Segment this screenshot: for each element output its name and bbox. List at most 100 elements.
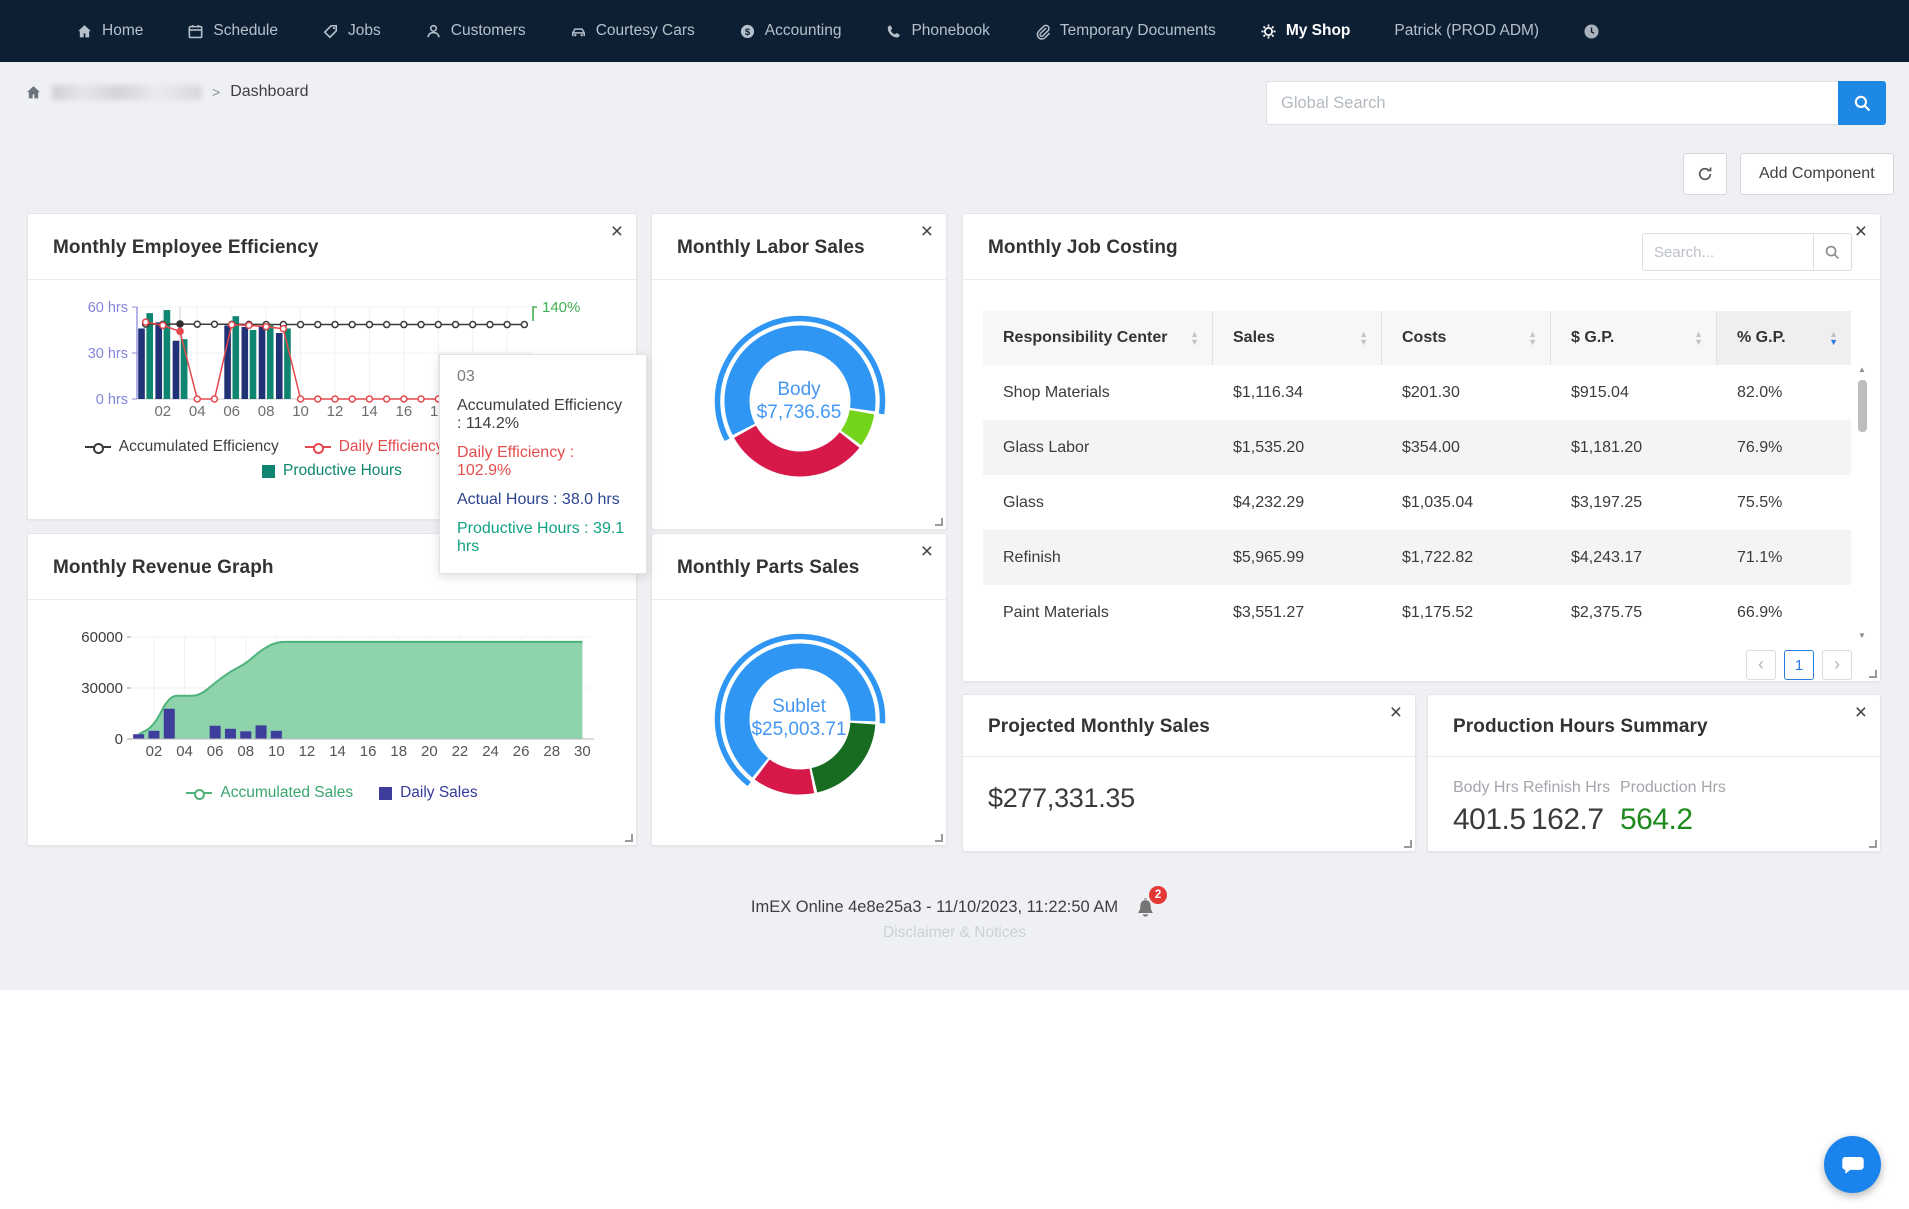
table-row[interactable]: Paint Materials $3,551.27 $1,175.52 $2,375.… [983, 585, 1851, 640]
legend-item-accumulated-sales[interactable]: Accumulated Sales [186, 784, 353, 802]
table-cell: $3,551.27 [1233, 603, 1305, 621]
breadcrumb-shop-redacted[interactable] [52, 84, 202, 100]
card-header: Production Hours Summary × [1428, 695, 1880, 757]
table-body: Shop Materials $1,116.34 $201.30 $915.04 82.… [983, 365, 1851, 640]
nav-item-courtesy-cars[interactable]: Courtesy Cars [570, 22, 695, 40]
nav-item-schedule[interactable]: Schedule [187, 22, 278, 40]
resize-handle[interactable] [625, 834, 633, 842]
legend-item-daily-sales[interactable]: Daily Sales [379, 784, 478, 802]
add-component-button[interactable]: Add Component [1740, 153, 1894, 195]
svg-text:12: 12 [299, 743, 316, 760]
nav-item-customers[interactable]: Customers [425, 22, 526, 40]
nav-item-my-shop[interactable]: My Shop [1260, 22, 1350, 40]
svg-text:28: 28 [543, 743, 560, 760]
column-header-responsibility-center[interactable]: Responsibility Center ▲ ▼ [983, 311, 1213, 365]
car-icon [571, 27, 585, 36]
refresh-button[interactable] [1683, 153, 1727, 195]
line-marker-icon [84, 442, 111, 454]
chart-tooltip: 03 Accumulated Efficiency : 114.2% Daily… [439, 354, 647, 574]
card-header: Monthly Employee Efficiency × [28, 214, 636, 280]
resize-handle[interactable] [1869, 670, 1877, 678]
scrollbar-thumb[interactable] [1857, 380, 1867, 432]
table-row[interactable]: Glass $4,232.29 $1,035.04 $3,197.25 75.5% [983, 475, 1851, 530]
nav-item-user[interactable]: Patrick (PROD ADM) [1394, 22, 1539, 40]
table-row[interactable]: Glass Labor $1,535.20 $354.00 $1,181.20 76.9… [983, 420, 1851, 475]
svg-text:140%: 140% [542, 299, 580, 316]
card-monthly-employee-efficiency: Monthly Employee Efficiency × 60 hrs 30 h… [27, 213, 647, 574]
nav-item-clock[interactable] [1583, 23, 1600, 40]
table-cell: $354.00 [1402, 438, 1460, 456]
resize-handle[interactable] [1404, 840, 1412, 848]
table-cell: $3,197.25 [1571, 493, 1643, 511]
legend-item-daily-efficiency[interactable]: Daily Efficiency [304, 438, 444, 456]
table-header-row: Responsibility Center ▲ ▼ Sales ▲ ▼ Costs ▲ ▼ … [983, 311, 1851, 365]
donut-slice-name: Sublet [772, 696, 826, 717]
close-icon[interactable]: × [1855, 701, 1867, 725]
close-icon[interactable]: × [611, 220, 623, 244]
table-row[interactable]: Refinish $5,965.99 $1,722.82 $4,243.17 71.1% [983, 530, 1851, 585]
table-cell: Refinish [1003, 548, 1061, 566]
scroll-down-icon[interactable]: ▼ [1858, 631, 1866, 640]
footer-version-text: ImEX Online 4e8e25a3 - 11/10/2023, 11:22… [750, 897, 1119, 916]
legend-item-productive-hours[interactable]: Productive Hours [262, 462, 402, 480]
search-icon [1825, 245, 1840, 259]
refresh-icon [1698, 167, 1712, 181]
svg-text:08: 08 [237, 743, 254, 760]
resize-handle[interactable] [935, 834, 943, 842]
svg-text:04: 04 [176, 743, 193, 760]
card-projected-monthly-sales: Projected Monthly Sales × $277,331.35 [962, 694, 1416, 852]
tooltip-accumulated: Accumulated Efficiency : 114.2% [457, 397, 623, 432]
column-header-sales[interactable]: Sales ▲ ▼ [1213, 311, 1382, 365]
legend-item-accumulated-efficiency[interactable]: Accumulated Efficiency [84, 438, 279, 456]
page-next-button[interactable]: › [1822, 650, 1852, 680]
column-header-dollar-gp[interactable]: $ G.P. ▲ ▼ [1551, 311, 1717, 365]
refinish-hrs-value: 162.7 [1531, 803, 1604, 836]
table-cell: 71.1% [1737, 548, 1783, 566]
nav-label: Temporary Documents [1059, 22, 1216, 39]
chat-widget-button[interactable] [1824, 1136, 1881, 1193]
resize-handle[interactable] [1869, 840, 1877, 848]
table-row[interactable]: Shop Materials $1,116.34 $201.30 $915.04 82.… [983, 365, 1851, 420]
disclaimer-link[interactable]: Disclaimer & Notices [0, 924, 1909, 942]
tooltip-productive: Productive Hours : 39.1 hrs [457, 520, 625, 555]
close-icon[interactable]: × [921, 220, 933, 244]
sort-icon: ▲ ▼ [1694, 329, 1703, 347]
nav-item-jobs[interactable]: Jobs [322, 22, 381, 40]
revenue-chart[interactable]: 60000 30000 0 02 04 06 08 10 12 14 16 18 20 22 24 26 28 3… [40, 618, 626, 778]
nav-item-temporary-documents[interactable]: Temporary Documents [1034, 22, 1216, 40]
dashboard-page: > Dashboard Add Component Monthly Employ… [0, 62, 1909, 990]
svg-text:10: 10 [268, 743, 285, 760]
chat-icon [1841, 1156, 1864, 1173]
page-previous-button[interactable]: ‹ [1746, 650, 1776, 680]
search-icon [1854, 95, 1870, 111]
sort-icon: ▲ ▼ [1190, 329, 1199, 347]
svg-text:30: 30 [574, 743, 591, 760]
column-header-percent-gp[interactable]: % G.P. ▲ ▼ [1717, 311, 1851, 365]
close-icon[interactable]: × [1390, 701, 1402, 725]
nav-item-accounting[interactable]: $ Accounting [739, 22, 841, 40]
svg-text:60 hrs: 60 hrs [88, 300, 128, 316]
scroll-up-icon[interactable]: ▲ [1858, 365, 1866, 374]
table-cell: Shop Materials [1003, 383, 1110, 401]
tooltip-actual: Actual Hours : 38.0 hrs [457, 491, 620, 508]
nav-item-phonebook[interactable]: Phonebook [885, 22, 990, 40]
notifications-button[interactable]: 2 [1134, 886, 1168, 919]
table-search-input[interactable] [1642, 233, 1814, 271]
table-cell: $915.04 [1571, 383, 1629, 401]
svg-text:30 hrs: 30 hrs [88, 346, 128, 362]
global-search-button[interactable] [1838, 81, 1886, 125]
table-cell: $1,535.20 [1233, 438, 1305, 456]
resize-handle[interactable] [935, 518, 943, 526]
table-search-button[interactable] [1814, 233, 1852, 271]
breadcrumb-current-page[interactable]: Dashboard [230, 83, 308, 101]
refinish-hrs-label: Refinish Hrs [1523, 779, 1611, 796]
column-header-costs[interactable]: Costs ▲ ▼ [1382, 311, 1551, 365]
global-search-input[interactable] [1266, 81, 1838, 125]
table-scrollbar[interactable]: ▲ ▼ [1855, 365, 1869, 640]
close-icon[interactable]: × [921, 540, 933, 564]
nav-item-home[interactable]: Home [76, 22, 143, 40]
page-number-button[interactable]: 1 [1784, 650, 1814, 680]
table-cell: $4,232.29 [1233, 493, 1305, 511]
home-icon[interactable] [25, 84, 42, 101]
close-icon[interactable]: × [1855, 220, 1867, 244]
